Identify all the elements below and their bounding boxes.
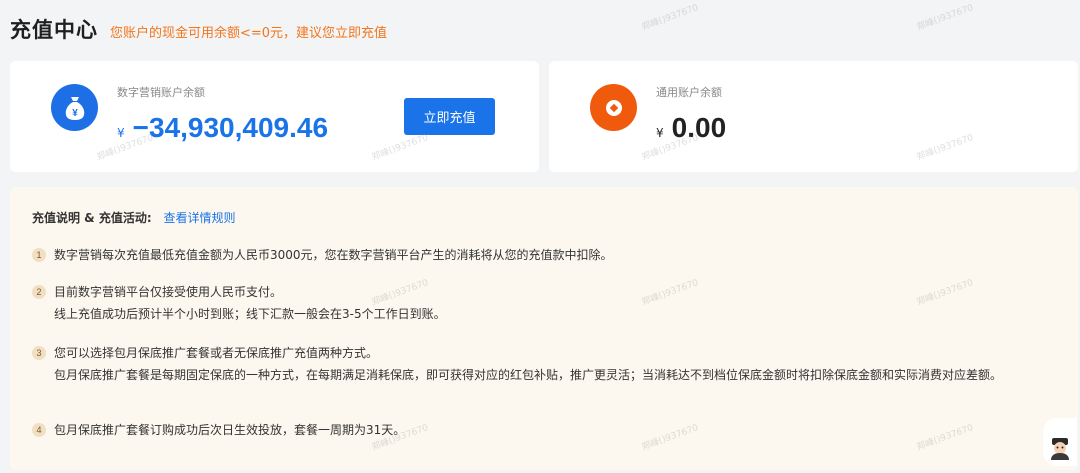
step-text: 您可以选择包月保底推广套餐或者无保底推广充值两种方式。 — [54, 346, 379, 360]
step-number: 4 — [32, 423, 46, 437]
page-title: 充值中心 — [10, 18, 98, 42]
info-heading-label: 充值说明 & 充值活动: — [32, 211, 152, 225]
svg-text:¥: ¥ — [72, 108, 78, 119]
step-text: 数字营销每次充值最低充值金额为人民币3000元，您在数字营销平台产生的消耗将从您… — [54, 248, 613, 262]
currency-symbol: ¥ — [656, 126, 664, 140]
general-account-balance: ¥ 0.00 — [656, 112, 726, 144]
step-text: 包月保底推广套餐订购成功后次日生效投放，套餐一周期为31天。 — [54, 423, 406, 437]
digital-account-label: 数字营销账户余额 — [117, 86, 205, 99]
digital-account-amount: −34,930,409.46 — [132, 112, 329, 143]
assistant-avatar[interactable] — [1043, 418, 1077, 466]
info-heading: 充值说明 & 充值活动: 查看详情规则 — [32, 209, 235, 226]
view-rules-link[interactable]: 查看详情规则 — [163, 211, 235, 225]
step-subtext: 线上充值成功后预计半个小时到账；线下汇款一般会在3-5个工作日到账。 — [54, 307, 446, 321]
digital-account-balance: ¥ −34,930,409.46 — [117, 112, 328, 144]
step-text: 目前数字营销平台仅接受使用人民币支付。 — [54, 285, 283, 299]
step-number: 1 — [32, 248, 46, 262]
low-balance-warning: 您账户的现金可用余额<=0元，建议您立即充值 — [110, 26, 388, 41]
step-number: 3 — [32, 346, 46, 360]
general-account-amount: 0.00 — [671, 112, 727, 143]
general-account-card: 通用账户余额 ¥ 0.00 — [549, 61, 1078, 172]
general-account-label: 通用账户余额 — [656, 86, 722, 99]
digital-account-card: ¥ 数字营销账户余额 ¥ −34,930,409.46 立即充值 — [10, 61, 539, 172]
money-bag-icon: ¥ — [51, 84, 98, 131]
step-subtext: 包月保底推广套餐是每期固定保底的一种方式，在每期满足消耗保底，即可获得对应的红包… — [54, 368, 1003, 382]
coin-icon — [590, 84, 637, 131]
watermark: 郑峰()937670 — [915, 3, 975, 33]
currency-symbol: ¥ — [117, 126, 125, 140]
recharge-now-button[interactable]: 立即充值 — [404, 98, 495, 135]
recharge-info-panel: 充值说明 & 充值活动: 查看详情规则 1 数字营销每次充值最低充值金额为人民币… — [10, 187, 1078, 470]
page-header: 充值中心 您账户的现金可用余额<=0元，建议您立即充值 — [10, 14, 387, 44]
step-number: 2 — [32, 285, 46, 299]
watermark: 郑峰()937670 — [640, 3, 700, 33]
